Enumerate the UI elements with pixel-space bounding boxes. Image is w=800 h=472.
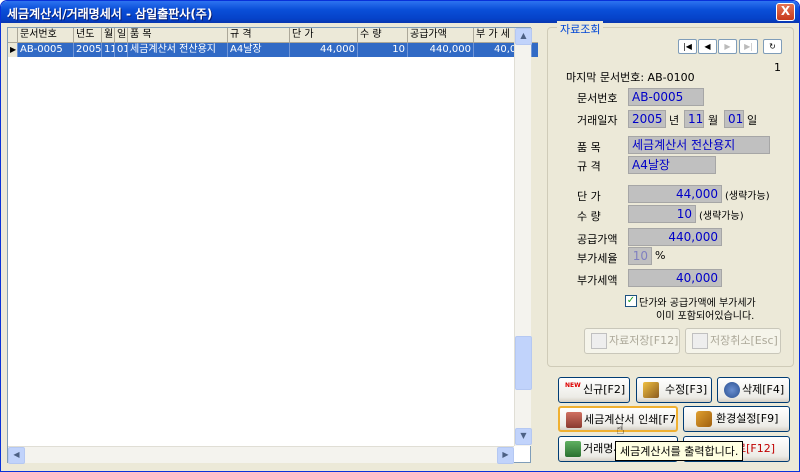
date-label: 거래일자 (577, 114, 618, 127)
day-field[interactable]: 01 (724, 110, 744, 128)
window-title: 세금계산서/거래명세서 - 삼일출판사(주) (7, 7, 213, 21)
col-qty[interactable]: 수 량 (358, 28, 408, 43)
item-field[interactable]: 세금계산서 전산용지 (628, 136, 770, 154)
col-day[interactable]: 일 (115, 28, 128, 43)
month-field[interactable]: 11 (684, 110, 704, 128)
cell-spec[interactable]: A4날장 (228, 43, 290, 57)
col-price[interactable]: 단 가 (290, 28, 358, 43)
tax-rate-unit: % (655, 249, 666, 262)
tooltip: 세금계산서를 출력합니다. (615, 441, 744, 461)
vat-label: 부가세액 (577, 274, 618, 287)
tax-rate-field[interactable]: 10 (628, 247, 652, 265)
cell-day[interactable]: 01 (115, 43, 128, 57)
floppy-disk-icon (591, 333, 607, 349)
supply-field[interactable]: 440,000 (628, 228, 722, 246)
doc-no-label: 문서번호 (577, 92, 618, 105)
cell-price[interactable]: 44,000 (290, 43, 358, 57)
cell-month[interactable]: 11 (102, 43, 115, 57)
prev-record-icon[interactable]: ◀ (698, 39, 717, 54)
printer-green-icon (565, 441, 581, 457)
cell-year[interactable]: 2005 (74, 43, 102, 57)
save-button[interactable]: 자료저장[F12] (584, 328, 680, 354)
col-doc-no[interactable]: 문서번호 (18, 28, 74, 43)
col-year[interactable]: 년도 (74, 28, 102, 43)
vat-field[interactable]: 40,000 (628, 269, 722, 287)
scroll-right-icon[interactable]: ▶ (497, 447, 514, 464)
cancel-save-button[interactable]: 저장취소[Esc] (685, 328, 781, 354)
new-doc-icon: NEW (565, 382, 581, 389)
last-record-icon[interactable]: ▶| (739, 39, 758, 54)
qty-field[interactable]: 10 (628, 205, 696, 223)
new-button[interactable]: NEW 신규[F2] (558, 377, 630, 403)
last-doc-no: 마지막 문서번호: AB-0100 (566, 71, 695, 84)
first-record-icon[interactable]: |◀ (678, 39, 697, 54)
spec-label: 규 격 (577, 160, 601, 173)
scroll-up-icon[interactable]: ▲ (515, 28, 532, 45)
supply-label: 공급가액 (577, 233, 618, 246)
spec-field[interactable]: A4날장 (628, 156, 716, 174)
qty-label: 수 량 (577, 210, 601, 223)
edit-pencil-icon (643, 382, 659, 398)
row-indicator: ▶ (8, 43, 18, 57)
settings-button[interactable]: 환경설정[F9] (683, 406, 790, 432)
item-label: 품 목 (577, 141, 601, 154)
price-note: (생략가능) (725, 191, 770, 202)
vat-included-line2: 이미 포함되어있습니다. (656, 311, 755, 322)
table-row[interactable]: ▶ AB-0005 2005 11 01 세금계산서 전산용지 A4날장 44,… (8, 43, 538, 57)
scroll-left-icon[interactable]: ◀ (8, 447, 25, 464)
cell-supply[interactable]: 440,000 (408, 43, 474, 57)
refresh-icon[interactable]: ↻ (763, 39, 782, 54)
col-supply[interactable]: 공급가액 (408, 28, 474, 43)
qty-note: (생략가능) (699, 211, 744, 222)
grid-header: 문서번호 년도 월 일 품 목 규 격 단 가 수 량 공급가액 부 가 세 (8, 28, 538, 43)
close-button[interactable]: X (776, 3, 795, 21)
lookup-legend: 자료조회 (557, 21, 604, 37)
mouse-cursor-icon: ☝ (616, 422, 625, 438)
day-unit: 일 (747, 114, 758, 127)
tax-rate-label: 부가세율 (577, 252, 618, 265)
record-count: 1 (774, 61, 781, 74)
col-indicator (8, 28, 18, 43)
price-label: 단 가 (577, 190, 601, 203)
cell-qty[interactable]: 10 (358, 43, 408, 57)
year-unit: 년 (669, 114, 680, 127)
cell-item[interactable]: 세금계산서 전산용지 (128, 43, 228, 57)
vertical-scrollbar[interactable]: ▲ ▼ (514, 28, 532, 446)
cell-doc-no[interactable]: AB-0005 (18, 43, 74, 57)
delete-button[interactable]: 삭제[F4] (717, 377, 790, 403)
edit-button[interactable]: 수정[F3] (636, 377, 712, 403)
col-item[interactable]: 품 목 (128, 28, 228, 43)
year-field[interactable]: 2005 (628, 110, 666, 128)
next-record-icon[interactable]: ▶ (718, 39, 737, 54)
floppy-cancel-icon (692, 333, 708, 349)
main-window: 세금계산서/거래명세서 - 삼일출판사(주) X 문서번호 년도 월 일 품 목… (0, 0, 800, 472)
horizontal-scrollbar[interactable]: ◀ ▶ (8, 446, 514, 464)
title-bar[interactable]: 세금계산서/거래명세서 - 삼일출판사(주) X (1, 1, 799, 23)
price-field[interactable]: 44,000 (628, 185, 722, 203)
settings-tools-icon (696, 411, 712, 427)
col-month[interactable]: 월 (102, 28, 115, 43)
doc-no-field[interactable]: AB-0005 (628, 88, 704, 106)
month-unit: 월 (708, 114, 719, 127)
printer-icon (566, 412, 582, 428)
delete-users-icon (724, 382, 740, 398)
scroll-down-icon[interactable]: ▼ (515, 428, 532, 445)
col-spec[interactable]: 규 격 (228, 28, 290, 43)
records-grid[interactable]: 문서번호 년도 월 일 품 목 규 격 단 가 수 량 공급가액 부 가 세 ▶… (7, 27, 538, 463)
scroll-thumb[interactable] (515, 336, 532, 390)
vat-included-checkbox[interactable]: ✓ (625, 295, 637, 307)
